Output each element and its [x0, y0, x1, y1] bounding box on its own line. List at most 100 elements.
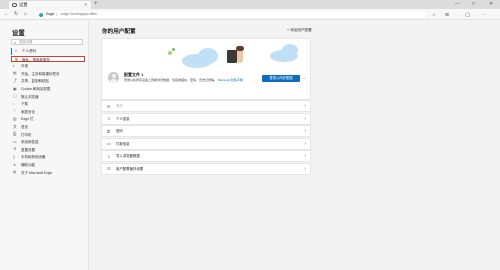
sidebar-item[interactable]: ◍ 关于 Microsoft Edge — [11, 170, 85, 177]
sidebar-item-label: 关于 Microsoft Edge — [21, 170, 53, 175]
sidebar-item[interactable]: ▢ 默认浏览器 — [11, 94, 85, 101]
avatar — [108, 72, 119, 83]
phone-icon: ▯ — [13, 154, 16, 159]
sidebar-item[interactable]: ♡ 家庭安全 — [11, 109, 85, 116]
download-icon: ↓ — [13, 101, 15, 106]
profile-more-button[interactable]: ··· — [302, 75, 307, 82]
sidebar-item[interactable]: ♿ 辅助功能 — [11, 162, 85, 169]
sidebar-icon: ▤ — [13, 71, 17, 76]
settings-row-label: 导入浏览器数据 — [116, 154, 140, 158]
main-content: 你的用户配置 + 添加用户配置 配置文件 1 登录以在所有设备上查看浏览数据，包… — [90, 21, 500, 270]
refresh-button[interactable]: ↻ — [14, 11, 18, 18]
home-button[interactable]: ⌂ — [24, 11, 27, 18]
person-illustration-icon — [236, 46, 244, 51]
add-profile-button[interactable]: + 添加用户配置 — [287, 28, 312, 33]
more-menu-button[interactable]: ··· — [482, 11, 487, 18]
lock-icon: 🔒 — [14, 57, 19, 62]
edge-icon: ◍ — [13, 170, 17, 175]
tab-title: 设置 — [19, 2, 28, 7]
settings-row[interactable]: ⟳ 同步 › — [101, 100, 311, 112]
new-tab-button[interactable]: + — [94, 1, 98, 8]
minimize-button[interactable]: — — [455, 1, 460, 8]
laptop-icon — [227, 50, 237, 63]
banner-cloud — [198, 48, 218, 64]
sidebar-item-label: 隐私、搜索和服务 — [22, 57, 50, 62]
sidebar-item[interactable]: ▭ 系统和性能 — [11, 139, 85, 146]
sidebar-item-label: 个人资料 — [22, 49, 36, 53]
browser-icon: ▢ — [13, 94, 17, 99]
chevron-right-icon: › — [304, 128, 306, 134]
settings-row[interactable]: ⚿ 密码 › — [101, 125, 311, 137]
close-tab-icon[interactable]: × — [84, 2, 87, 8]
profile-pref-icon: ☷ — [107, 166, 111, 172]
favorite-icon[interactable]: ☆ — [432, 11, 436, 18]
sidebar-item[interactable]: ▯ 手机和其他设备 — [11, 154, 85, 161]
system-icon: ▭ — [13, 139, 17, 144]
edge-icon — [39, 12, 43, 17]
sidebar-item[interactable]: ↺ 重置设置 — [11, 147, 85, 154]
settings-row[interactable]: ▭ 付款信息 › — [101, 137, 311, 150]
page-title: 你的用户配置 — [102, 29, 136, 35]
settings-row-label: 用户配置偏好设置 — [116, 166, 144, 171]
family-icon: ♡ — [13, 109, 17, 114]
settings-row[interactable]: ☺ 个人信息 › — [101, 112, 311, 125]
chevron-right-icon: › — [304, 103, 306, 109]
sidebar-item[interactable]: ⎙ 打印机 — [11, 132, 85, 139]
person-icon: ☺ — [107, 116, 112, 122]
chevron-right-icon: › — [304, 165, 306, 172]
address-input[interactable]: Edge | edge://settings/profiles — [36, 11, 426, 18]
address-bar-row: ← ↻ ⌂ Edge | edge://settings/profiles ☆ … — [0, 9, 500, 20]
close-window-button[interactable]: ✕ — [489, 1, 493, 8]
sidebar-title: 设置 — [12, 30, 25, 37]
chevron-right-icon: › — [304, 115, 306, 122]
language-icon: 文 — [13, 124, 17, 129]
privacy-link[interactable]: Microsoft 隐私声明 — [218, 78, 243, 82]
sidebar-item[interactable]: 文语言 — [11, 124, 85, 131]
sidebar-item[interactable]: ◐ 外观 — [11, 63, 85, 70]
account-icon[interactable]: ◯ — [465, 11, 470, 18]
chevron-right-icon: › — [304, 140, 306, 147]
sidebar-item[interactable]: ↓ 下载 — [11, 101, 85, 108]
sidebar-item-label: 下载 — [21, 102, 28, 107]
sidebar-item-label: 打印机 — [21, 132, 32, 137]
settings-row[interactable]: ⇩ 导入浏览器数据 › — [101, 150, 311, 162]
key-icon: ⚿ — [107, 128, 111, 134]
collections-icon[interactable]: ⊞ — [445, 11, 449, 18]
import-icon: ⇩ — [107, 153, 111, 159]
settings-row-label: 同步 — [116, 104, 123, 108]
sidebar-item[interactable]: ⤴ 共享、复制和粘贴 — [11, 78, 85, 85]
sidebar-item-label: Edge 栏 — [21, 117, 34, 122]
sidebar-item[interactable]: ▤ 开始、主页和新建标签页 — [11, 71, 85, 78]
share-icon: ⤴ — [13, 78, 17, 83]
printer-icon: ⎙ — [13, 132, 17, 137]
leaf-icon — [172, 48, 175, 51]
settings-row-label: 密码 — [116, 129, 123, 133]
sidebar-item-label: 手机和其他设备 — [21, 155, 46, 160]
sign-in-sync-button[interactable]: 登录以同步数据 — [262, 75, 300, 82]
sidebar-item-label: 系统和性能 — [21, 140, 39, 145]
address-brand: Edge — [46, 12, 55, 16]
search-input[interactable]: ⌕ 搜索设置 — [11, 39, 83, 45]
profile-description-text: 登录以在所有设备上查看浏览数据，包括收藏夹、密码、历史记录等。 — [124, 78, 218, 82]
maximize-button[interactable]: □ — [472, 1, 475, 8]
back-button[interactable]: ← — [4, 11, 9, 18]
sidebar-item-label: 开始、主页和新建标签页 — [21, 71, 60, 76]
sidebar-item-label: 辅助功能 — [21, 163, 35, 167]
sidebar-item-label: 共享、复制和粘贴 — [21, 79, 49, 84]
settings-row[interactable]: ☷ 用户配置偏好设置 › — [101, 162, 311, 175]
profile-banner — [102, 39, 310, 69]
avatar-body — [110, 78, 117, 83]
sidebar-item[interactable]: ▥ Edge 栏 — [11, 116, 85, 123]
sidebar-item[interactable]: ▣ Cookie 和网站权限 — [11, 86, 85, 93]
settings-row-label: 个人信息 — [116, 116, 130, 121]
sidebar-item-label: 家庭安全 — [21, 109, 35, 114]
settings-sidebar: 设置 ⌕ 搜索设置 ☺ 个人资料 🔒 隐私、搜索和服务 ◐ 外观 ▤ 开始、主页和新建标签页 ⤴… — [0, 21, 89, 270]
search-placeholder: 搜索设置 — [19, 40, 33, 44]
card-icon: ▭ — [107, 141, 111, 147]
address-url[interactable]: edge://settings/profiles — [61, 11, 97, 18]
sidebar-item[interactable]: 🔒 隐私、搜索和服务 — [11, 55, 85, 63]
sidebar-item[interactable]: ☺ 个人资料 — [11, 48, 85, 55]
tab-settings[interactable]: 设置 × — [9, 1, 91, 9]
avatar-head — [111, 74, 116, 78]
sidebar-item-label: 外观 — [21, 64, 28, 69]
